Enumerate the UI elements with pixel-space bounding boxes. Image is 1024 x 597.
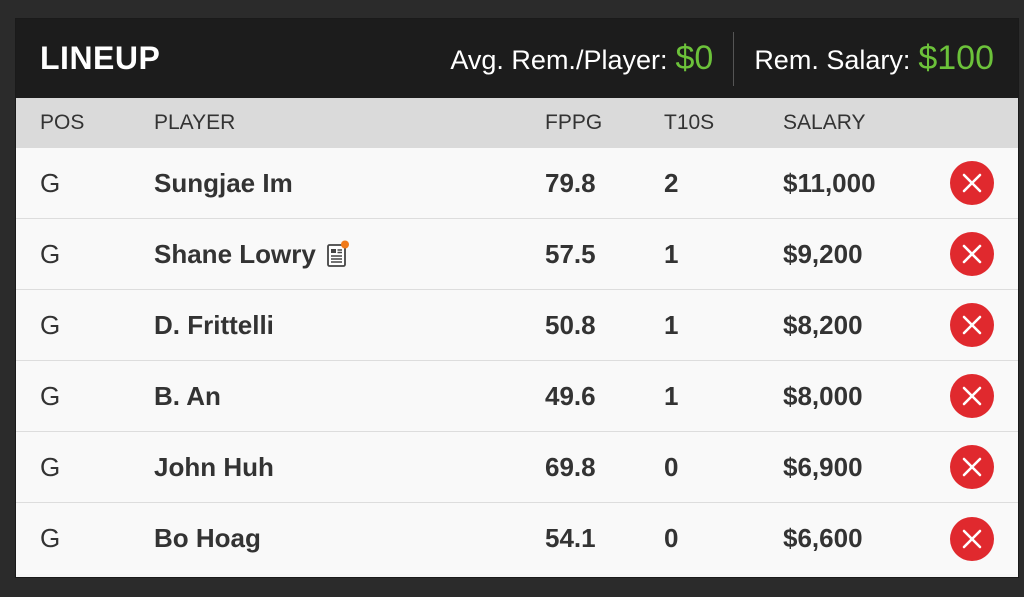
close-icon bbox=[962, 315, 981, 335]
remove-player-button[interactable] bbox=[949, 516, 994, 561]
close-icon bbox=[962, 457, 981, 477]
player-name[interactable]: D. Frittelli bbox=[154, 310, 274, 341]
table-row[interactable]: G Shane Lowry 57.5 1 $9,200 bbox=[16, 219, 1018, 290]
column-header-pos[interactable]: POS bbox=[16, 111, 135, 135]
row-action-cell bbox=[925, 374, 1018, 418]
row-action-cell bbox=[925, 445, 1018, 489]
remove-player-button[interactable] bbox=[949, 161, 994, 205]
column-header-player[interactable]: PLAYER bbox=[135, 111, 541, 135]
remove-player-button[interactable] bbox=[949, 374, 994, 418]
avg-remaining-value: $0 bbox=[675, 39, 714, 77]
remove-player-button[interactable] bbox=[949, 303, 994, 347]
close-icon bbox=[962, 244, 981, 264]
player-salary: $9,200 bbox=[783, 238, 863, 269]
player-name[interactable]: Sungjae Im bbox=[154, 168, 293, 199]
column-header-row: POS PLAYER FPPG T10S SALARY bbox=[16, 98, 1018, 148]
player-fppg: 49.6 bbox=[545, 380, 596, 411]
player-t10s: 0 bbox=[664, 523, 679, 553]
remaining-salary-label: Rem. Salary: bbox=[754, 45, 911, 75]
lineup-panel: LINEUP Avg. Rem./Player: $0 Rem. Salary:… bbox=[15, 18, 1019, 578]
player-fppg: 54.1 bbox=[545, 523, 596, 553]
player-name[interactable]: B. An bbox=[154, 381, 221, 412]
table-row[interactable]: G Sungjae Im 79.8 2 $11,000 bbox=[16, 148, 1018, 219]
player-cell: John Huh bbox=[135, 452, 541, 483]
header-divider bbox=[733, 31, 735, 86]
player-salary: $11,000 bbox=[783, 167, 876, 198]
player-position: G bbox=[40, 451, 61, 482]
table-row[interactable]: G Bo Hoag 54.1 0 $6,600 bbox=[16, 503, 1018, 574]
row-action-cell bbox=[925, 232, 1018, 276]
player-name[interactable]: Shane Lowry bbox=[154, 239, 316, 270]
player-name[interactable]: Bo Hoag bbox=[154, 523, 261, 554]
player-position: G bbox=[40, 167, 61, 198]
player-position: G bbox=[40, 380, 61, 411]
player-name[interactable]: John Huh bbox=[154, 452, 274, 483]
player-salary: $6,600 bbox=[783, 523, 863, 553]
player-cell: Shane Lowry bbox=[135, 239, 541, 270]
close-icon bbox=[962, 529, 981, 548]
player-salary: $8,200 bbox=[783, 309, 863, 340]
player-position: G bbox=[40, 309, 61, 340]
news-document-icon[interactable] bbox=[326, 240, 350, 268]
column-header-t10s[interactable]: T10S bbox=[660, 111, 779, 135]
player-position: G bbox=[40, 238, 61, 269]
column-header-salary[interactable]: SALARY bbox=[779, 111, 925, 135]
player-fppg: 57.5 bbox=[545, 238, 596, 269]
column-header-fppg[interactable]: FPPG bbox=[541, 111, 660, 135]
table-row[interactable]: G B. An 49.6 1 $8,000 bbox=[16, 361, 1018, 432]
player-fppg: 50.8 bbox=[545, 309, 596, 340]
player-cell: Bo Hoag bbox=[135, 523, 541, 554]
remaining-salary-stat: Rem. Salary: $100 bbox=[754, 39, 994, 78]
player-t10s: 1 bbox=[664, 380, 679, 411]
row-action-cell bbox=[925, 303, 1018, 347]
player-salary: $6,900 bbox=[783, 451, 863, 482]
player-t10s: 0 bbox=[664, 451, 679, 482]
player-cell: Sungjae Im bbox=[135, 168, 541, 199]
avg-remaining-label: Avg. Rem./Player: bbox=[450, 45, 668, 75]
remove-player-button[interactable] bbox=[949, 445, 994, 489]
table-row[interactable]: G John Huh 69.8 0 $6,900 bbox=[16, 432, 1018, 503]
player-salary: $8,000 bbox=[783, 380, 863, 411]
table-row[interactable]: G D. Frittelli 50.8 1 $8,200 bbox=[16, 290, 1018, 361]
avg-remaining-stat: Avg. Rem./Player: $0 bbox=[450, 39, 713, 78]
lineup-title: LINEUP bbox=[40, 40, 161, 76]
player-t10s: 1 bbox=[664, 309, 679, 340]
close-icon bbox=[962, 386, 981, 406]
player-t10s: 2 bbox=[664, 167, 679, 198]
row-action-cell bbox=[925, 516, 1018, 561]
lineup-rows: G Sungjae Im 79.8 2 $11,000 G Shane Lowry 57.5 1… bbox=[16, 148, 1018, 574]
row-action-cell bbox=[925, 161, 1018, 205]
player-fppg: 79.8 bbox=[545, 167, 596, 198]
remaining-salary-value: $100 bbox=[918, 39, 994, 77]
player-position: G bbox=[40, 523, 61, 553]
player-t10s: 1 bbox=[664, 238, 679, 269]
player-cell: B. An bbox=[135, 381, 541, 412]
lineup-header: LINEUP Avg. Rem./Player: $0 Rem. Salary:… bbox=[16, 19, 1018, 98]
player-cell: D. Frittelli bbox=[135, 310, 541, 341]
remove-player-button[interactable] bbox=[949, 232, 994, 276]
close-icon bbox=[962, 173, 981, 193]
player-fppg: 69.8 bbox=[545, 451, 596, 482]
